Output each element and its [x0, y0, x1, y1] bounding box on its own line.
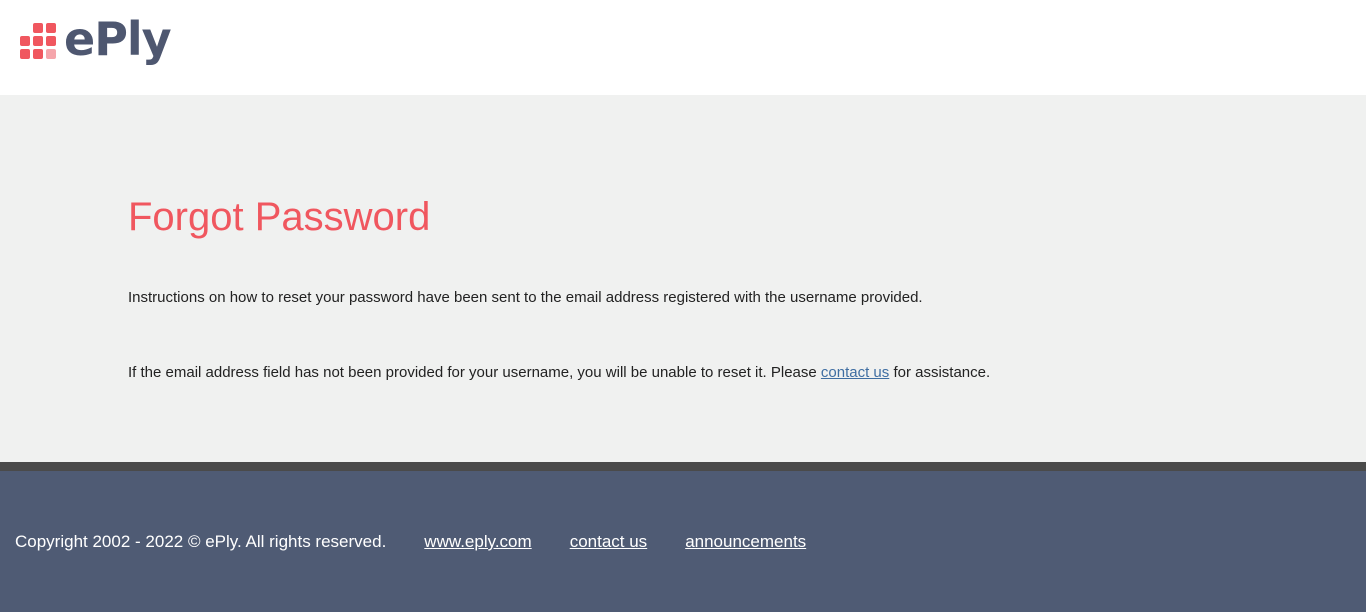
page-header: ePly: [0, 0, 1366, 95]
no-email-notice: If the email address field has not been …: [128, 364, 990, 381]
contact-us-link[interactable]: contact us: [821, 364, 889, 381]
logo-text: ePly: [64, 12, 172, 66]
reset-instructions-text: Instructions on how to reset your passwo…: [128, 289, 923, 306]
footer-divider: [0, 462, 1366, 471]
page-title: Forgot Password: [128, 195, 431, 239]
main-content: Forgot Password Instructions on how to r…: [0, 95, 1366, 462]
page-footer: Copyright 2002 - 2022 © ePly. All rights…: [0, 471, 1366, 612]
footer-link-website[interactable]: www.eply.com: [424, 532, 531, 552]
logo-grid-icon: [20, 23, 56, 59]
footer-row: Copyright 2002 - 2022 © ePly. All rights…: [15, 532, 806, 552]
eply-logo[interactable]: ePly: [20, 12, 172, 66]
copyright-text: Copyright 2002 - 2022 © ePly. All rights…: [15, 532, 387, 551]
no-email-notice-text: If the email address field has not been …: [128, 364, 821, 381]
footer-link-announcements[interactable]: announcements: [685, 532, 806, 552]
footer-link-contact-us[interactable]: contact us: [570, 532, 648, 552]
no-email-notice-suffix: for assistance.: [889, 364, 991, 381]
